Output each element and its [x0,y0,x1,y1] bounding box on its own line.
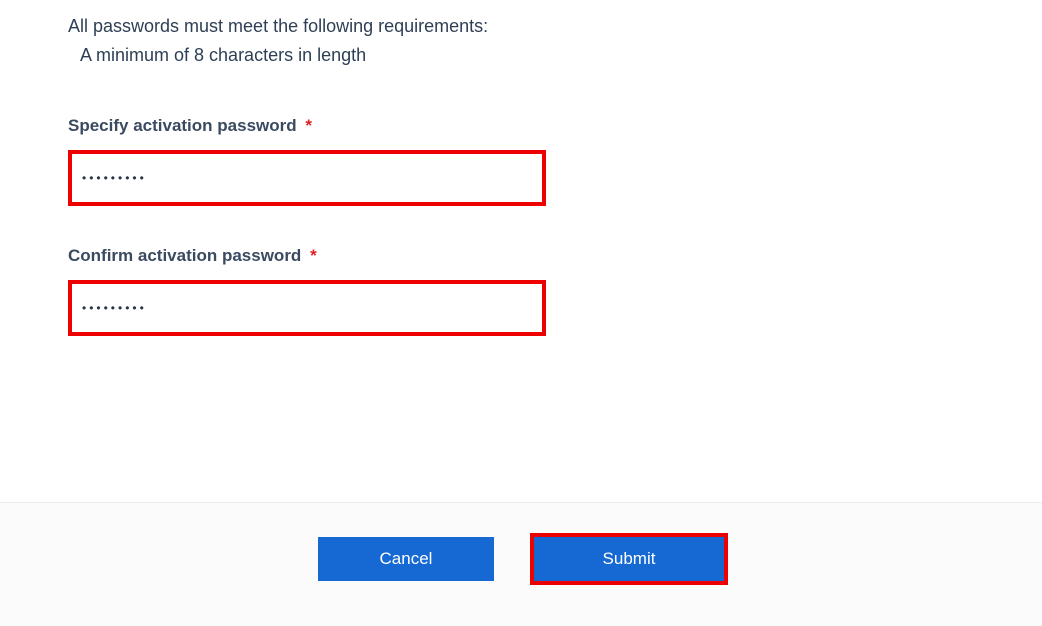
confirm-password-field-block: Confirm activation password * [68,246,1042,336]
dialog-footer: Cancel Submit [0,502,1042,626]
required-mark: * [305,116,312,135]
confirm-password-label: Confirm activation password * [68,246,1042,266]
password-input[interactable] [68,150,546,206]
password-requirement-item: A minimum of 8 characters in length [68,43,1042,68]
password-label-text: Specify activation password [68,116,297,135]
submit-button[interactable]: Submit [534,537,724,581]
cancel-button[interactable]: Cancel [318,537,494,581]
form-content: All passwords must meet the following re… [0,0,1042,502]
required-mark: * [310,246,317,265]
confirm-password-label-text: Confirm activation password [68,246,301,265]
password-field-block: Specify activation password * [68,116,1042,206]
password-label: Specify activation password * [68,116,1042,136]
password-requirements-intro: All passwords must meet the following re… [68,14,1042,39]
confirm-password-input[interactable] [68,280,546,336]
